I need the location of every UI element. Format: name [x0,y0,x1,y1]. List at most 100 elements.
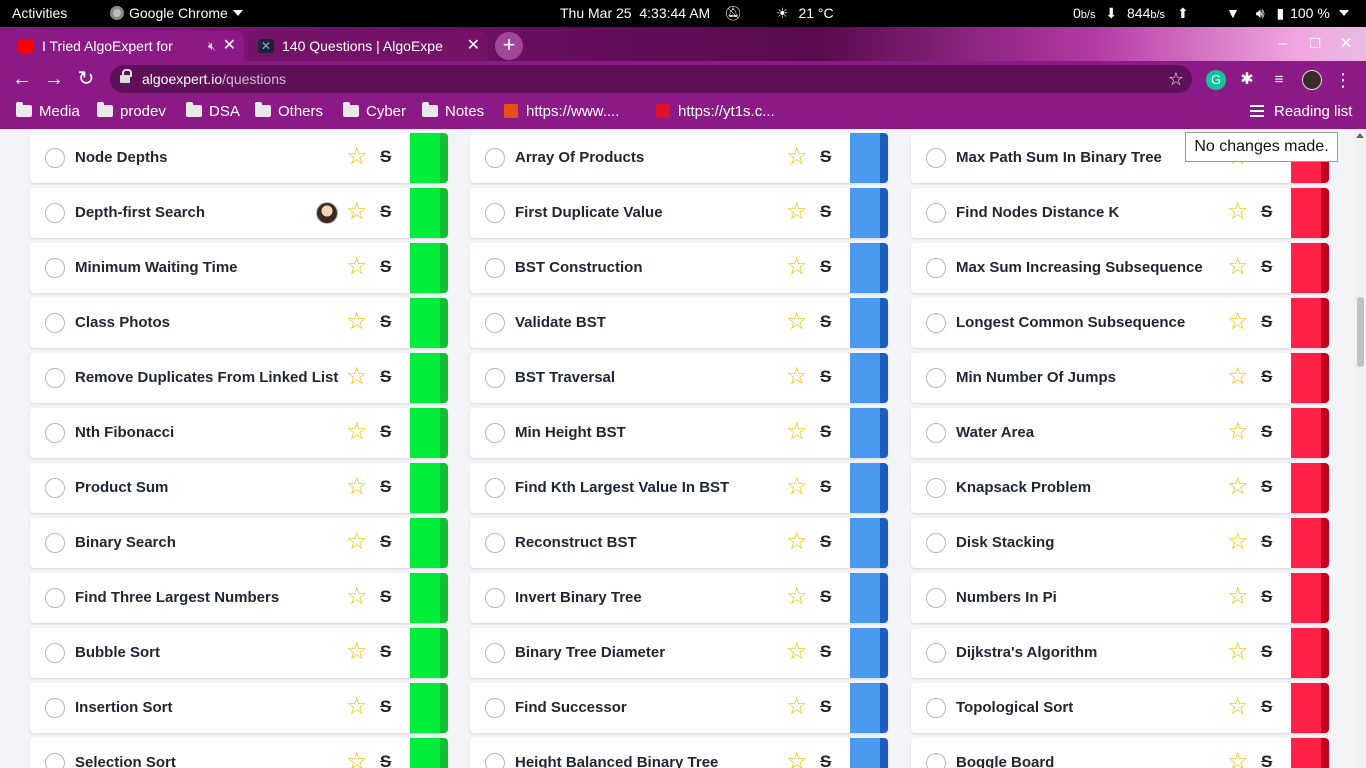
favorite-star-icon[interactable]: ☆ [786,474,808,500]
completion-checkbox[interactable] [45,423,65,443]
question-card[interactable]: Node Depths ☆ S [30,133,448,183]
question-name[interactable]: Validate BST [515,298,606,348]
favorite-star-icon[interactable]: ☆ [1227,309,1249,335]
question-name[interactable]: Remove Duplicates From Linked List [75,353,338,403]
strikethrough-icon[interactable]: S [1261,750,1272,768]
strikethrough-icon[interactable]: S [820,585,831,609]
minimize-icon[interactable]: – [1273,27,1293,61]
favorite-star-icon[interactable]: ☆ [346,254,368,280]
question-name[interactable]: Array Of Products [515,133,644,183]
app-menu[interactable]: Google Chrome [110,0,243,27]
favorite-star-icon[interactable]: ☆ [1227,529,1249,555]
completion-checkbox[interactable] [926,313,946,333]
tab-algoexpert[interactable]: ✕ 140 Questions | AlgoExpe ✕ [248,31,488,61]
scrollbar-thumb[interactable] [1357,297,1364,367]
favorite-star-icon[interactable]: ☆ [346,199,368,225]
question-name[interactable]: Product Sum [75,463,168,513]
question-card[interactable]: Dijkstra's Algorithm ☆ S [911,628,1329,678]
favorite-star-icon[interactable]: ☆ [1227,364,1249,390]
question-name[interactable]: Binary Tree Diameter [515,628,665,678]
completion-checkbox[interactable] [45,478,65,498]
forward-icon[interactable]: → [42,61,66,97]
favorite-star-icon[interactable]: ☆ [346,419,368,445]
strikethrough-icon[interactable]: S [380,530,391,554]
completion-checkbox[interactable] [485,258,505,278]
strikethrough-icon[interactable]: S [820,640,831,664]
question-card[interactable]: Remove Duplicates From Linked List ☆ S [30,353,448,403]
favorite-star-icon[interactable]: ☆ [786,144,808,170]
completion-checkbox[interactable] [485,478,505,498]
favorite-star-icon[interactable]: ☆ [346,529,368,555]
question-card[interactable]: Max Sum Increasing Subsequence ☆ S [911,243,1329,293]
completion-checkbox[interactable] [926,368,946,388]
question-name[interactable]: Boggle Board [956,738,1054,768]
question-name[interactable]: Find Nodes Distance K [956,188,1119,238]
question-name[interactable]: Selection Sort [75,738,176,768]
media-control-icon[interactable]: ≡ [1269,70,1289,90]
question-name[interactable]: Find Three Largest Numbers [75,573,279,623]
question-name[interactable]: First Duplicate Value [515,188,663,238]
bookmark-folder-media[interactable]: Media [16,97,80,129]
mute-icon[interactable]: 🔇︎ [208,31,216,61]
question-name[interactable]: Numbers In Pi [956,573,1057,623]
strikethrough-icon[interactable]: S [380,750,391,768]
question-card[interactable]: Numbers In Pi ☆ S [911,573,1329,623]
strikethrough-icon[interactable]: S [380,145,391,169]
completion-checkbox[interactable] [926,478,946,498]
strikethrough-icon[interactable]: S [380,420,391,444]
strikethrough-icon[interactable]: S [380,640,391,664]
reading-list-button[interactable]: Reading list [1250,97,1352,129]
bookmark-folder-notes[interactable]: Notes [422,97,484,129]
question-card[interactable]: Min Number Of Jumps ☆ S [911,353,1329,403]
strikethrough-icon[interactable]: S [820,145,831,169]
question-card[interactable]: Reconstruct BST ☆ S [470,518,888,568]
question-card[interactable]: Nth Fibonacci ☆ S [30,408,448,458]
strikethrough-icon[interactable]: S [1261,200,1272,224]
question-name[interactable]: Disk Stacking [956,518,1054,568]
question-name[interactable]: Find Successor [515,683,627,733]
activities-button[interactable]: Activities [12,0,67,27]
question-card[interactable]: Invert Binary Tree ☆ S [470,573,888,623]
question-card[interactable]: Array Of Products ☆ S [470,133,888,183]
question-card[interactable]: Min Height BST ☆ S [470,408,888,458]
close-window-icon[interactable]: ✕ [1336,27,1356,61]
question-card[interactable]: Binary Tree Diameter ☆ S [470,628,888,678]
lock-icon[interactable] [120,69,132,84]
completion-checkbox[interactable] [485,588,505,608]
favorite-star-icon[interactable]: ☆ [1227,419,1249,445]
favorite-star-icon[interactable]: ☆ [786,199,808,225]
favorite-star-icon[interactable]: ☆ [1227,694,1249,720]
question-name[interactable]: BST Traversal [515,353,615,403]
strikethrough-icon[interactable]: S [380,200,391,224]
completion-checkbox[interactable] [926,753,946,768]
extensions-icon[interactable]: ✱ [1237,70,1257,90]
question-name[interactable]: Invert Binary Tree [515,573,642,623]
completion-checkbox[interactable] [485,698,505,718]
favorite-star-icon[interactable]: ☆ [786,254,808,280]
completion-checkbox[interactable] [45,313,65,333]
strikethrough-icon[interactable]: S [820,695,831,719]
completion-checkbox[interactable] [926,258,946,278]
strikethrough-icon[interactable]: S [1261,585,1272,609]
question-name[interactable]: Knapsack Problem [956,463,1091,513]
favorite-star-icon[interactable]: ☆ [1227,584,1249,610]
question-card[interactable]: Find Kth Largest Value In BST ☆ S [470,463,888,513]
question-name[interactable]: Water Area [956,408,1034,458]
status-menu[interactable]: ▼ 🔊︎ ▮ 100 % [1226,0,1349,27]
question-name[interactable]: Binary Search [75,518,176,568]
strikethrough-icon[interactable]: S [820,255,831,279]
page-scrollbar[interactable] [1354,129,1366,768]
strikethrough-icon[interactable]: S [820,530,831,554]
question-name[interactable]: Min Height BST [515,408,626,458]
favorite-star-icon[interactable]: ☆ [1227,474,1249,500]
question-card[interactable]: Class Photos ☆ S [30,298,448,348]
question-card[interactable]: Find Nodes Distance K ☆ S [911,188,1329,238]
question-card[interactable]: Product Sum ☆ S [30,463,448,513]
favorite-star-icon[interactable]: ☆ [786,309,808,335]
question-name[interactable]: Min Number Of Jumps [956,353,1116,403]
question-name[interactable]: Max Sum Increasing Subsequence [956,243,1203,293]
favorite-star-icon[interactable]: ☆ [1227,639,1249,665]
completion-checkbox[interactable] [45,643,65,663]
question-card[interactable]: First Duplicate Value ☆ S [470,188,888,238]
favorite-star-icon[interactable]: ☆ [786,529,808,555]
